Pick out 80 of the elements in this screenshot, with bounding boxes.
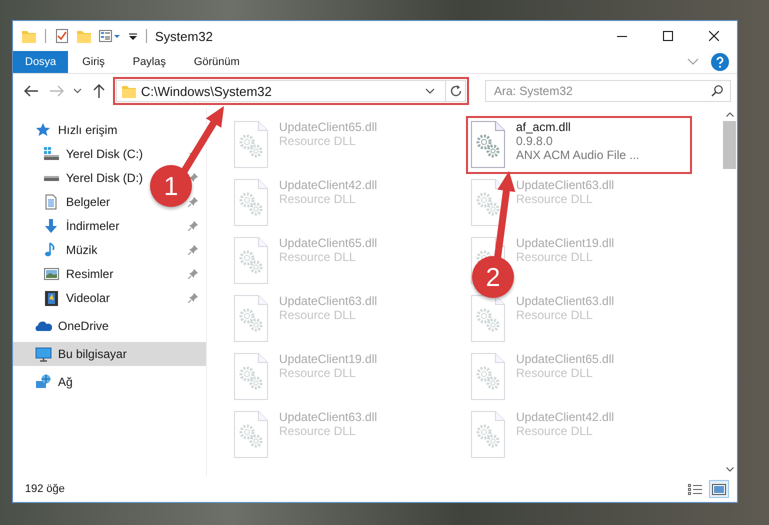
gear-file-icon xyxy=(233,120,269,169)
up-arrow-icon[interactable] xyxy=(92,83,106,99)
file-description: Resource DLL xyxy=(279,250,357,264)
refresh-icon xyxy=(450,85,462,97)
file-description: Resource DLL xyxy=(279,134,357,148)
details-view-icon xyxy=(687,482,703,496)
help-icon[interactable] xyxy=(711,53,729,71)
folder-icon xyxy=(121,83,137,99)
file-name[interactable]: af_acm.dll xyxy=(516,120,640,134)
sidebar-label: Yerel Disk (C:) xyxy=(66,147,143,161)
gear-file-icon xyxy=(233,236,269,285)
gear-file-icon xyxy=(470,120,506,169)
sidebar-label: Bu bilgisayar xyxy=(58,347,127,361)
large-icons-view-icon xyxy=(711,482,727,496)
network-icon xyxy=(35,374,52,390)
gear-file-icon xyxy=(470,410,506,459)
gear-file-icon xyxy=(470,352,506,401)
sidebar-label: OneDrive xyxy=(58,319,109,333)
file-description: Resource DLL xyxy=(516,424,594,438)
ribbon-tab[interactable]: Dosya xyxy=(13,51,68,73)
sidebar-item[interactable]: Yerel Disk (C:) xyxy=(13,142,149,166)
gear-file-icon xyxy=(233,178,269,227)
film-icon xyxy=(43,290,60,306)
checklist-icon[interactable] xyxy=(54,28,70,44)
file-description: Resource DLL xyxy=(279,308,357,322)
scrollbar-thumb[interactable] xyxy=(723,121,736,169)
address-bar[interactable]: C:\Windows\System32 xyxy=(116,80,466,102)
gear-file-icon xyxy=(233,352,269,401)
file-version: 0.9.8.0 xyxy=(516,134,554,148)
file-description: Resource DLL xyxy=(516,250,594,264)
file-description: Resource DLL xyxy=(516,308,594,322)
drive-icon xyxy=(44,176,59,180)
computer-icon xyxy=(35,346,52,362)
sidebar-item[interactable]: Videolar xyxy=(13,286,116,310)
sidebar-item[interactable]: İndirmeler xyxy=(13,214,126,238)
properties-icon[interactable] xyxy=(98,28,122,44)
close-icon xyxy=(709,31,719,41)
sidebar-label: Hızlı erişim xyxy=(58,123,118,137)
picture-icon xyxy=(43,266,60,282)
down-arrow-icon xyxy=(43,218,60,234)
sidebar-item[interactable]: Resimler xyxy=(13,262,120,286)
sidebar-label: Ağ xyxy=(58,375,73,389)
back-arrow-icon[interactable] xyxy=(23,83,39,99)
address-path: C:\Windows\System32 xyxy=(141,84,273,98)
sidebar-item[interactable]: Müzik xyxy=(13,238,104,262)
sidebar-item[interactable]: Bu bilgisayar xyxy=(13,342,206,366)
sidebar-label: Müzik xyxy=(66,243,98,257)
window-title: System32 xyxy=(155,28,214,44)
scroll-up-icon[interactable] xyxy=(726,112,734,117)
file-description: ANX ACM Audio File ... xyxy=(516,148,640,162)
sidebar-label: İndirmeler xyxy=(66,219,120,233)
ribbon-tab[interactable]: Giriş xyxy=(68,51,119,73)
sidebar-label: Belgeler xyxy=(66,195,110,209)
file-item[interactable]: af_acm.dll 0.9.8.0 ANX ACM Audio File ... xyxy=(466,116,692,174)
file-description: Resource DLL xyxy=(516,192,594,206)
sidebar-item[interactable]: Hızlı erişim xyxy=(13,118,124,142)
drive-icon xyxy=(43,146,60,162)
dropdown-chevron-icon[interactable] xyxy=(425,88,435,94)
scroll-down-icon[interactable] xyxy=(726,467,734,472)
file-description: Resource DLL xyxy=(279,192,357,206)
sidebar-item[interactable]: Belgeler xyxy=(13,190,116,214)
file-description: Resource DLL xyxy=(279,366,357,380)
sidebar-label: Yerel Disk (D:) xyxy=(66,171,143,185)
file-description: Resource DLL xyxy=(279,424,357,438)
expand-ribbon-chevron-icon[interactable] xyxy=(687,58,699,66)
item-count: 192 öğe xyxy=(25,483,65,495)
sidebar-label: Resimler xyxy=(66,267,114,281)
sidebar-label: Videolar xyxy=(66,291,110,305)
star-icon xyxy=(35,122,52,138)
file-description: Resource DLL xyxy=(516,366,594,380)
gear-file-icon xyxy=(470,294,506,343)
recent-locations-chevron-icon[interactable] xyxy=(73,88,82,94)
sidebar-item[interactable]: OneDrive xyxy=(13,314,115,338)
maximize-icon xyxy=(663,31,673,41)
ribbon-tab[interactable]: Paylaş xyxy=(118,51,180,73)
sidebar-item[interactable]: Ağ xyxy=(13,370,79,394)
gear-file-icon xyxy=(233,410,269,459)
ribbon-tab[interactable]: Görünüm xyxy=(180,51,254,73)
gear-file-icon xyxy=(233,294,269,343)
sidebar-item[interactable]: Yerel Disk (D:) xyxy=(13,166,149,190)
